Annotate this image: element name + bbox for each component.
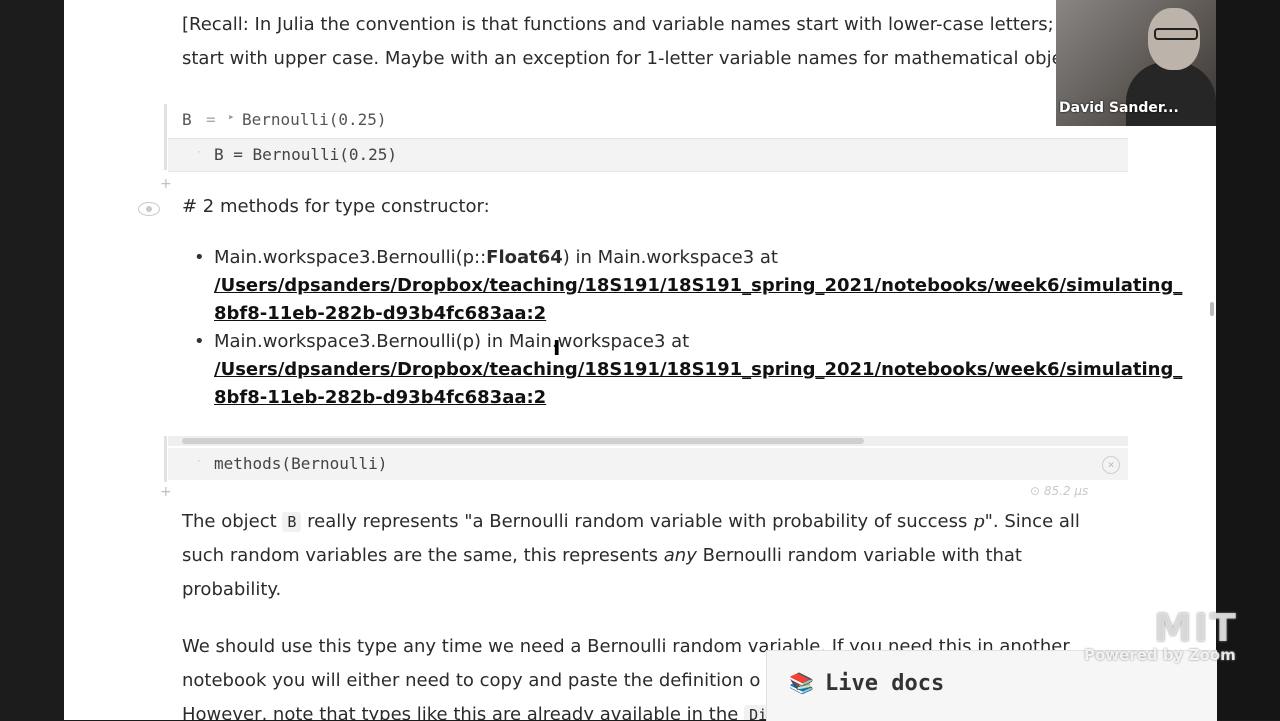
para1-line-1: The object B really represents "a Bernou… bbox=[182, 505, 1080, 539]
para1-text: really represents "a Bernoulli random va… bbox=[301, 511, 974, 532]
para1-text: Bernoulli random variable with that bbox=[696, 545, 1022, 566]
method-signature-prefix: Main.workspace3.Bernoulli(p:: bbox=[214, 247, 487, 268]
methods-list: Main.workspace3.Bernoulli(p::Float64) in… bbox=[194, 244, 1182, 440]
vertical-scrollbar[interactable] bbox=[1210, 302, 1214, 316]
methods-title: # 2 methods for type constructor: bbox=[182, 196, 490, 217]
recall-line-2: start with upper case. Maybe with an exc… bbox=[182, 48, 1063, 69]
live-docs-label: Live docs bbox=[825, 671, 945, 696]
method-file-link[interactable]: /Users/dpsanders/Dropbox/teaching/18S191… bbox=[214, 356, 1182, 384]
output-var: B bbox=[182, 110, 192, 129]
text-cursor-icon: I bbox=[553, 336, 561, 360]
para2-line-3: However, note that types like this are a… bbox=[182, 698, 773, 720]
horizontal-scrollbar[interactable] bbox=[182, 438, 864, 444]
participant-name: David Sander... bbox=[1059, 100, 1179, 116]
output-value: Bernoulli(0.25) bbox=[242, 110, 387, 129]
mit-logo: MIT bbox=[1154, 606, 1238, 650]
method-file-link[interactable]: /Users/dpsanders/Dropbox/teaching/18S191… bbox=[214, 272, 1182, 300]
add-cell-plus-icon[interactable]: + bbox=[160, 484, 172, 500]
method-item-2: Main.workspace3.Bernoulli(p) in Main.wor… bbox=[194, 328, 1182, 412]
zoom-watermark: MIT Powered by Zoom bbox=[1084, 606, 1238, 664]
method-signature-type: Float64 bbox=[486, 247, 563, 268]
cell-b-output[interactable]: B = ▸ Bernoulli(0.25) bbox=[170, 104, 1128, 134]
webcam-tile: David Sander... bbox=[1056, 0, 1216, 126]
recall-line-1: [Recall: In Julia the convention is that… bbox=[182, 14, 1054, 35]
cell-b-code: B = Bernoulli(0.25) bbox=[214, 145, 398, 164]
books-icon: 📚 bbox=[789, 671, 814, 695]
para1-line-3: probability. bbox=[182, 579, 282, 600]
inline-code-b: B bbox=[282, 512, 302, 532]
delete-cell-icon[interactable]: × bbox=[1102, 456, 1120, 474]
methods-cell-left-bar bbox=[164, 436, 167, 482]
methods-cell-input[interactable]: · methods(Bernoulli) × bbox=[168, 448, 1128, 480]
glasses bbox=[1154, 28, 1198, 40]
para1-text: The object bbox=[182, 511, 283, 532]
runtime-value: 85.2 μs bbox=[1043, 484, 1089, 498]
para2-line-2: notebook you will either need to copy an… bbox=[182, 670, 761, 691]
notebook-page: [Recall: In Julia the convention is that… bbox=[64, 0, 1216, 720]
cell-drag-handle-icon[interactable]: · bbox=[196, 147, 202, 158]
cell-b-input[interactable]: · B = Bernoulli(0.25) bbox=[168, 138, 1128, 172]
visibility-eye-icon[interactable] bbox=[138, 202, 160, 216]
method-signature-prefix: Main.workspace3.Bernoulli(p) bbox=[214, 331, 482, 352]
cell-b-left-bar bbox=[164, 104, 167, 170]
expand-triangle-icon[interactable]: ▸ bbox=[228, 110, 235, 123]
add-cell-plus-icon[interactable]: + bbox=[160, 176, 172, 192]
para1-text: ". Since all bbox=[984, 511, 1080, 532]
method-file-link-cont[interactable]: 8bf8-11eb-282b-d93b4fc683aa:2 bbox=[214, 384, 1094, 412]
method-signature-suffix: ) in Main.workspace3 at bbox=[562, 247, 778, 268]
method-signature-suffix: in Main.workspace3 at bbox=[481, 331, 690, 352]
methods-cell-code: methods(Bernoulli) bbox=[214, 454, 388, 473]
para1-emphasis: any bbox=[663, 545, 697, 566]
method-file-link-cont[interactable]: 8bf8-11eb-282b-d93b4fc683aa:2 bbox=[214, 300, 1094, 328]
cell-runtime: ⊙ 85.2 μs bbox=[1030, 484, 1089, 498]
para1-text: such random variables are the same, this… bbox=[182, 545, 664, 566]
para1-line-2: such random variables are the same, this… bbox=[182, 539, 1022, 573]
math-p: p bbox=[973, 511, 985, 532]
person-body bbox=[1126, 62, 1216, 126]
method-item-1: Main.workspace3.Bernoulli(p::Float64) in… bbox=[194, 244, 1182, 328]
para2-text: However, note that types like this are a… bbox=[182, 704, 745, 720]
cell-drag-handle-icon[interactable]: · bbox=[196, 456, 202, 467]
output-eq: = bbox=[206, 110, 216, 129]
powered-by-zoom: Powered by Zoom bbox=[1084, 646, 1236, 664]
